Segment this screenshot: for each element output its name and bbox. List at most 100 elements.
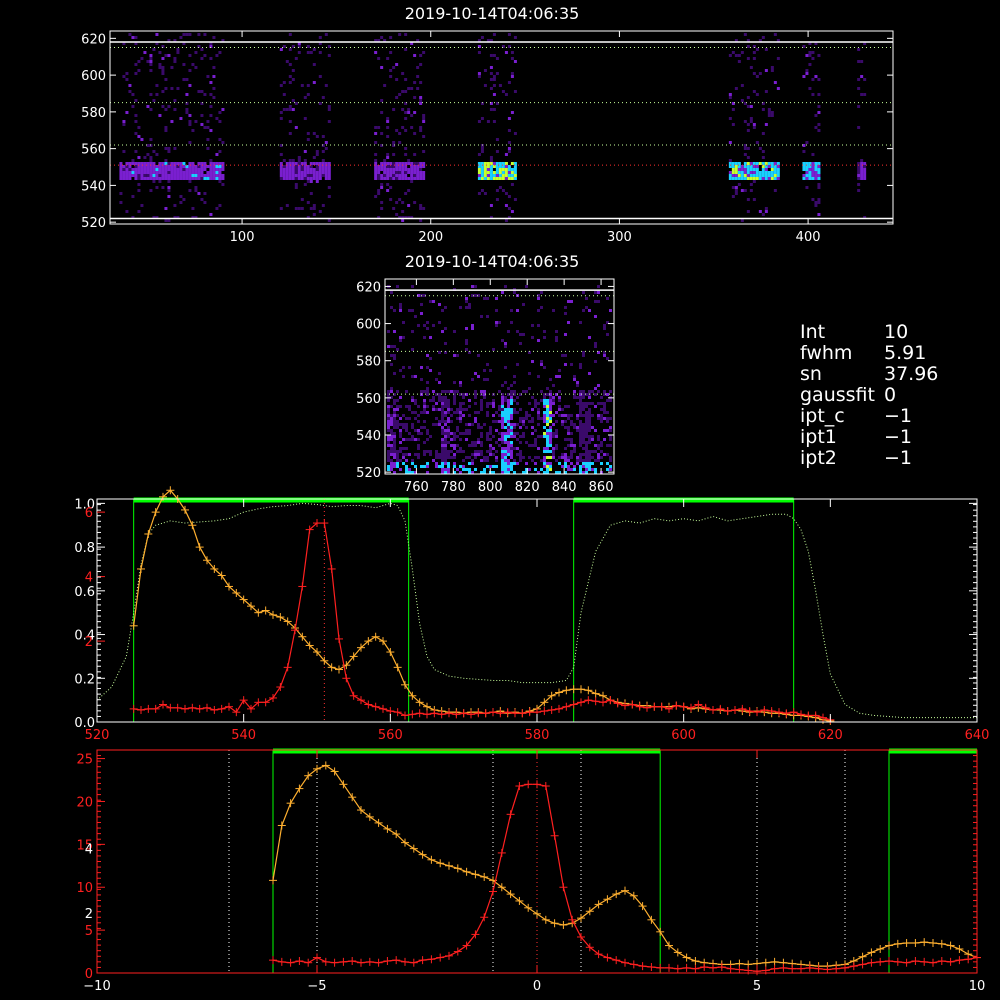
heat-cell xyxy=(399,468,402,471)
heat-cell xyxy=(501,426,504,429)
heat-cell xyxy=(324,162,328,165)
heat-cell xyxy=(817,93,821,96)
heat-cell xyxy=(564,354,567,357)
heat-cell xyxy=(534,405,537,408)
heat-cell xyxy=(582,390,585,393)
heat-cell xyxy=(546,456,549,459)
heat-cell xyxy=(543,366,546,369)
heat-cell xyxy=(167,195,171,198)
heat-cell xyxy=(546,402,549,405)
heat-cell xyxy=(402,366,405,369)
heat-cell xyxy=(486,297,489,300)
heat-cell xyxy=(405,465,408,468)
heat-cell xyxy=(761,150,765,153)
heat-cell xyxy=(444,447,447,450)
heat-cell xyxy=(486,177,490,180)
heat-cell xyxy=(606,297,609,300)
heat-cell xyxy=(435,450,438,453)
heat-cell xyxy=(404,171,408,174)
heat-cell xyxy=(167,219,171,222)
heat-cell xyxy=(483,192,487,195)
heat-cell xyxy=(426,327,429,330)
heat-cell xyxy=(749,117,753,120)
heat-cell xyxy=(805,171,809,174)
heat-cell xyxy=(501,417,504,420)
heat-cell xyxy=(740,189,744,192)
heat-cell xyxy=(312,177,316,180)
heat-cell xyxy=(770,168,774,171)
heat-cell xyxy=(185,108,189,111)
heat-cell xyxy=(588,390,591,393)
y-tick-label-red: 25 xyxy=(76,753,93,768)
heat-cell xyxy=(814,171,818,174)
heat-cell xyxy=(146,168,150,171)
heat-cell xyxy=(143,165,147,168)
heat-cell xyxy=(386,162,390,165)
heat-cell xyxy=(312,204,316,207)
heat-cell xyxy=(758,147,762,150)
heat-cell xyxy=(303,150,307,153)
heat-cell xyxy=(285,174,289,177)
heat-cell xyxy=(540,459,543,462)
heat-cell xyxy=(300,174,304,177)
heat-cell xyxy=(507,171,511,174)
heat-cell xyxy=(510,321,513,324)
heat-cell xyxy=(149,171,153,174)
heat-cell xyxy=(137,183,141,186)
heat-cell xyxy=(411,348,414,351)
heat-cell xyxy=(510,450,513,453)
heat-cell xyxy=(758,162,762,165)
x-tick-label: 10 xyxy=(969,979,986,994)
heat-cell xyxy=(206,177,210,180)
heat-cell xyxy=(513,60,517,63)
heat-cell xyxy=(480,390,483,393)
heat-cell xyxy=(579,420,582,423)
heat-cell xyxy=(540,435,543,438)
heat-cell xyxy=(407,87,411,90)
heat-cell xyxy=(498,408,501,411)
heat-cell xyxy=(407,159,411,162)
heat-cell xyxy=(501,411,504,414)
heat-cell xyxy=(483,171,487,174)
heat-cell xyxy=(504,342,507,345)
heat-cell xyxy=(392,66,396,69)
heat-cell xyxy=(746,210,750,213)
heat-cell xyxy=(761,213,765,216)
heat-cell xyxy=(516,411,519,414)
heat-cell xyxy=(393,354,396,357)
heat-cell xyxy=(392,177,396,180)
heat-cell xyxy=(309,168,313,171)
heat-cell xyxy=(441,417,444,420)
heat-cell xyxy=(746,177,750,180)
heat-cell xyxy=(390,447,393,450)
heat-cell xyxy=(161,186,165,189)
heat-cell xyxy=(386,177,390,180)
heat-cell xyxy=(609,459,612,462)
heat-cell xyxy=(863,93,867,96)
heat-cell xyxy=(155,177,159,180)
heat-cell xyxy=(570,441,573,444)
heat-cell xyxy=(857,78,861,81)
heat-cell xyxy=(609,465,612,468)
heat-cell xyxy=(737,183,741,186)
heat-cell xyxy=(294,186,298,189)
heat-cell xyxy=(573,444,576,447)
heat-cell xyxy=(188,120,192,123)
heat-cell xyxy=(588,462,591,465)
heat-cell xyxy=(182,162,186,165)
heat-cell xyxy=(321,174,325,177)
heat-cell xyxy=(309,51,313,54)
heat-cell xyxy=(134,150,138,153)
heat-cell xyxy=(552,414,555,417)
heat-cell xyxy=(558,408,561,411)
heat-cell xyxy=(564,414,567,417)
heat-cell xyxy=(814,162,818,165)
heat-cell xyxy=(432,324,435,327)
heat-cell xyxy=(495,177,499,180)
heat-cell xyxy=(761,108,765,111)
heat-cell xyxy=(444,444,447,447)
heat-cell xyxy=(411,426,414,429)
heat-cell xyxy=(203,162,207,165)
heat-cell xyxy=(546,429,549,432)
heat-cell xyxy=(465,423,468,426)
